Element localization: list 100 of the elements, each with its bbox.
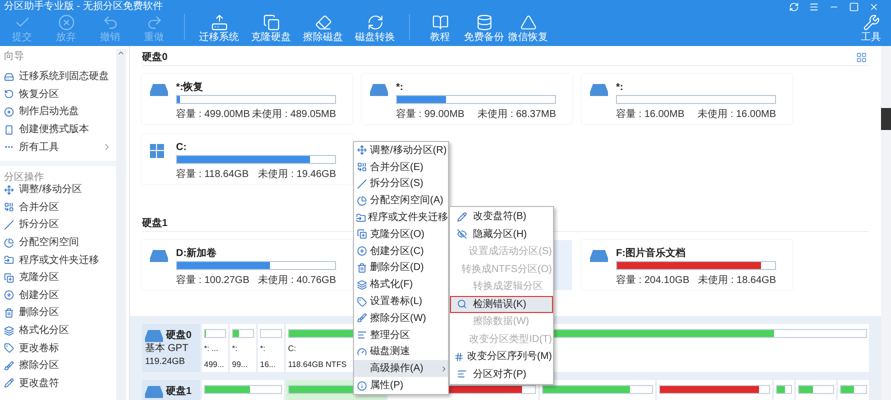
scroll-thumb[interactable] [881, 108, 891, 130]
sidebar-item[interactable]: 制作启动光盘 [0, 103, 116, 121]
sidebar-item-label: 制作启动光盘 [19, 104, 80, 120]
restore-icon [4, 89, 14, 100]
sidebar-item[interactable]: 创建便携式版本 [0, 120, 116, 138]
partition-name: *: [616, 82, 624, 94]
partition-block[interactable]: *: 16... [258, 324, 284, 372]
eye-off-icon [457, 229, 467, 240]
menu-item[interactable]: 分配空闲空间(A) [354, 192, 448, 210]
refresh-icon[interactable] [789, 2, 799, 12]
menu-item[interactable]: 设置卷标(L) [354, 293, 448, 310]
sidebar-item[interactable]: 更改盘符 [0, 374, 116, 392]
disc-icon [4, 106, 14, 117]
sidebar-item[interactable]: 创建分区 [0, 286, 116, 304]
sidebar-item[interactable]: 迁移系统到固态硬盘 [0, 68, 116, 86]
menu-item[interactable]: 属性(P) [354, 377, 448, 394]
partition-name: C: [176, 142, 188, 154]
sidebar-item-label: 创建分区 [19, 288, 60, 303]
sidebar-item-label: 程序或文件夹迁移 [19, 254, 100, 268]
sidebar-item[interactable]: 擦除分区 [0, 356, 116, 374]
toolbar-button[interactable]: 擦除磁盘 [297, 14, 349, 43]
partition-card[interactable]: *:恢复 容量 : 499.00MB 未使用 : 489.05MB [142, 74, 352, 124]
sidebar-item-label: 更改卷标 [19, 342, 60, 356]
move-icon [4, 184, 14, 195]
main-scrollbar[interactable] [881, 46, 891, 400]
unused-label: 未使用 : 19.46GB [258, 168, 336, 182]
disk-title: 硬盘0 [142, 50, 168, 65]
sidebar-item[interactable]: 克隆分区 [0, 268, 116, 287]
view-toggle-icon[interactable] [856, 52, 867, 63]
toolbar-button[interactable]: 磁盘转换 [349, 14, 401, 43]
sidebar-item-label: 调整/移动分区 [19, 183, 83, 198]
partition-card[interactable]: *: 容量 : 16.00MB 未使用 : 16.00MB [582, 74, 792, 124]
disk-size: 119.24GB [145, 355, 186, 367]
close-icon[interactable] [869, 2, 879, 12]
menu-item[interactable]: 隐藏分区(H) [450, 226, 553, 243]
trash-icon [357, 262, 367, 273]
tools-button[interactable]: 工具 [851, 14, 891, 43]
sidebar-scrollbar[interactable] [116, 49, 126, 400]
toolbar-button[interactable]: 微信恢复 [506, 14, 550, 43]
disk-name: 硬盘1 [166, 384, 192, 399]
menu-item[interactable]: 高级操作(A) [354, 360, 448, 378]
menu-icon[interactable] [809, 2, 819, 12]
search-icon [457, 299, 467, 310]
scroll-up-icon[interactable] [117, 49, 125, 57]
pie-icon [357, 196, 367, 206]
menu-item[interactable]: 改变分区序列号(M) [450, 348, 553, 366]
capacity-label: 容量 : 99.00MB [396, 108, 464, 122]
menu-item[interactable]: 克隆分区(O) [354, 226, 448, 243]
disk-summary[interactable]: 硬盘1 [142, 380, 200, 400]
toolbar-button[interactable]: 迁移系统 [193, 14, 245, 43]
menu-item-label: 转换成逻辑分区 [473, 280, 543, 294]
menu-item[interactable]: 调整/移动分区(R) [354, 142, 448, 159]
disk-summary[interactable]: 硬盘0 基本 GPT 119.24GB [142, 324, 200, 372]
partition-card[interactable]: *: 容量 : 99.00MB 未使用 : 68.37MB [362, 74, 572, 124]
menu-item[interactable]: 拆分分区(S) [354, 176, 448, 192]
partition-card[interactable]: D:新加卷 容量 : 100.27GB 未使用 : 40.76GB [142, 240, 352, 290]
partition-card[interactable]: C: 容量 : 118.64GB 未使用 : 19.46GB [142, 134, 352, 184]
hash-icon [454, 352, 464, 362]
merge-icon [4, 202, 14, 212]
menu-item[interactable]: 格式化(F) [354, 276, 448, 294]
menu-item-label: 属性(P) [370, 378, 404, 394]
capacity-label: 容量 : 16.00MB [616, 108, 684, 122]
sidebar-item[interactable]: 拆分分区 [0, 216, 116, 234]
toolbar-button[interactable]: 免费备份 [462, 14, 506, 43]
menu-item[interactable]: 检测错误(K) [450, 296, 553, 313]
partition-name: *: [260, 344, 266, 354]
sidebar-item[interactable]: 恢复分区 [0, 86, 116, 104]
refresh-icon [366, 14, 384, 31]
partition-card[interactable]: F:图片音乐文档 容量 : 204.10GB 未使用 : 18.64GB [582, 240, 792, 290]
sidebar-item[interactable]: 合并分区 [0, 198, 116, 216]
menu-item[interactable]: 程序或文件夹迁移 [354, 209, 448, 226]
menu-item[interactable]: 创建分区(C) [354, 242, 448, 260]
database-icon [476, 14, 492, 31]
toolbar-button[interactable]: 克隆硬盘 [245, 14, 297, 43]
sidebar-item[interactable]: 格式化分区 [0, 322, 116, 340]
unused-label: 未使用 : 18.64GB [698, 274, 776, 288]
sidebar-item[interactable]: 更改卷标 [0, 339, 116, 357]
eraser-icon [314, 14, 332, 31]
partition-block[interactable]: *: 99... [230, 324, 256, 372]
drive-icon [4, 72, 14, 82]
unused-label: 未使用 : 16.00MB [698, 108, 776, 122]
menu-item[interactable]: 磁盘测速 [354, 344, 448, 360]
disk-type: 基本 GPT [145, 343, 190, 355]
toolbar-button[interactable]: 教程 [418, 14, 462, 43]
sidebar-item[interactable]: 所有工具 [0, 138, 116, 156]
menu-item[interactable]: 改变盘符(B) [450, 208, 553, 226]
partition-block[interactable]: *: ... 499... [202, 324, 228, 372]
sidebar-item-label: 格式化分区 [19, 324, 70, 338]
menu-item[interactable]: 合并分区(E) [354, 158, 448, 176]
sidebar-item[interactable]: 调整/移动分区 [0, 180, 116, 199]
sidebar-item[interactable]: 分配空闲空间 [0, 234, 116, 252]
sidebar-item[interactable]: 程序或文件夹迁移 [0, 251, 116, 269]
unused-label: 未使用 : 40.76GB [258, 274, 336, 288]
menu-item-label: 整理分区 [370, 328, 410, 343]
sidebar-item[interactable]: 删除分区 [0, 304, 116, 322]
maximize-icon[interactable] [849, 2, 859, 12]
menu-item[interactable]: 删除分区(D) [354, 260, 448, 276]
menu-item[interactable]: 擦除分区(W) [354, 310, 448, 327]
menu-item[interactable]: 整理分区 [354, 326, 448, 344]
drive-upload-icon [210, 14, 228, 31]
